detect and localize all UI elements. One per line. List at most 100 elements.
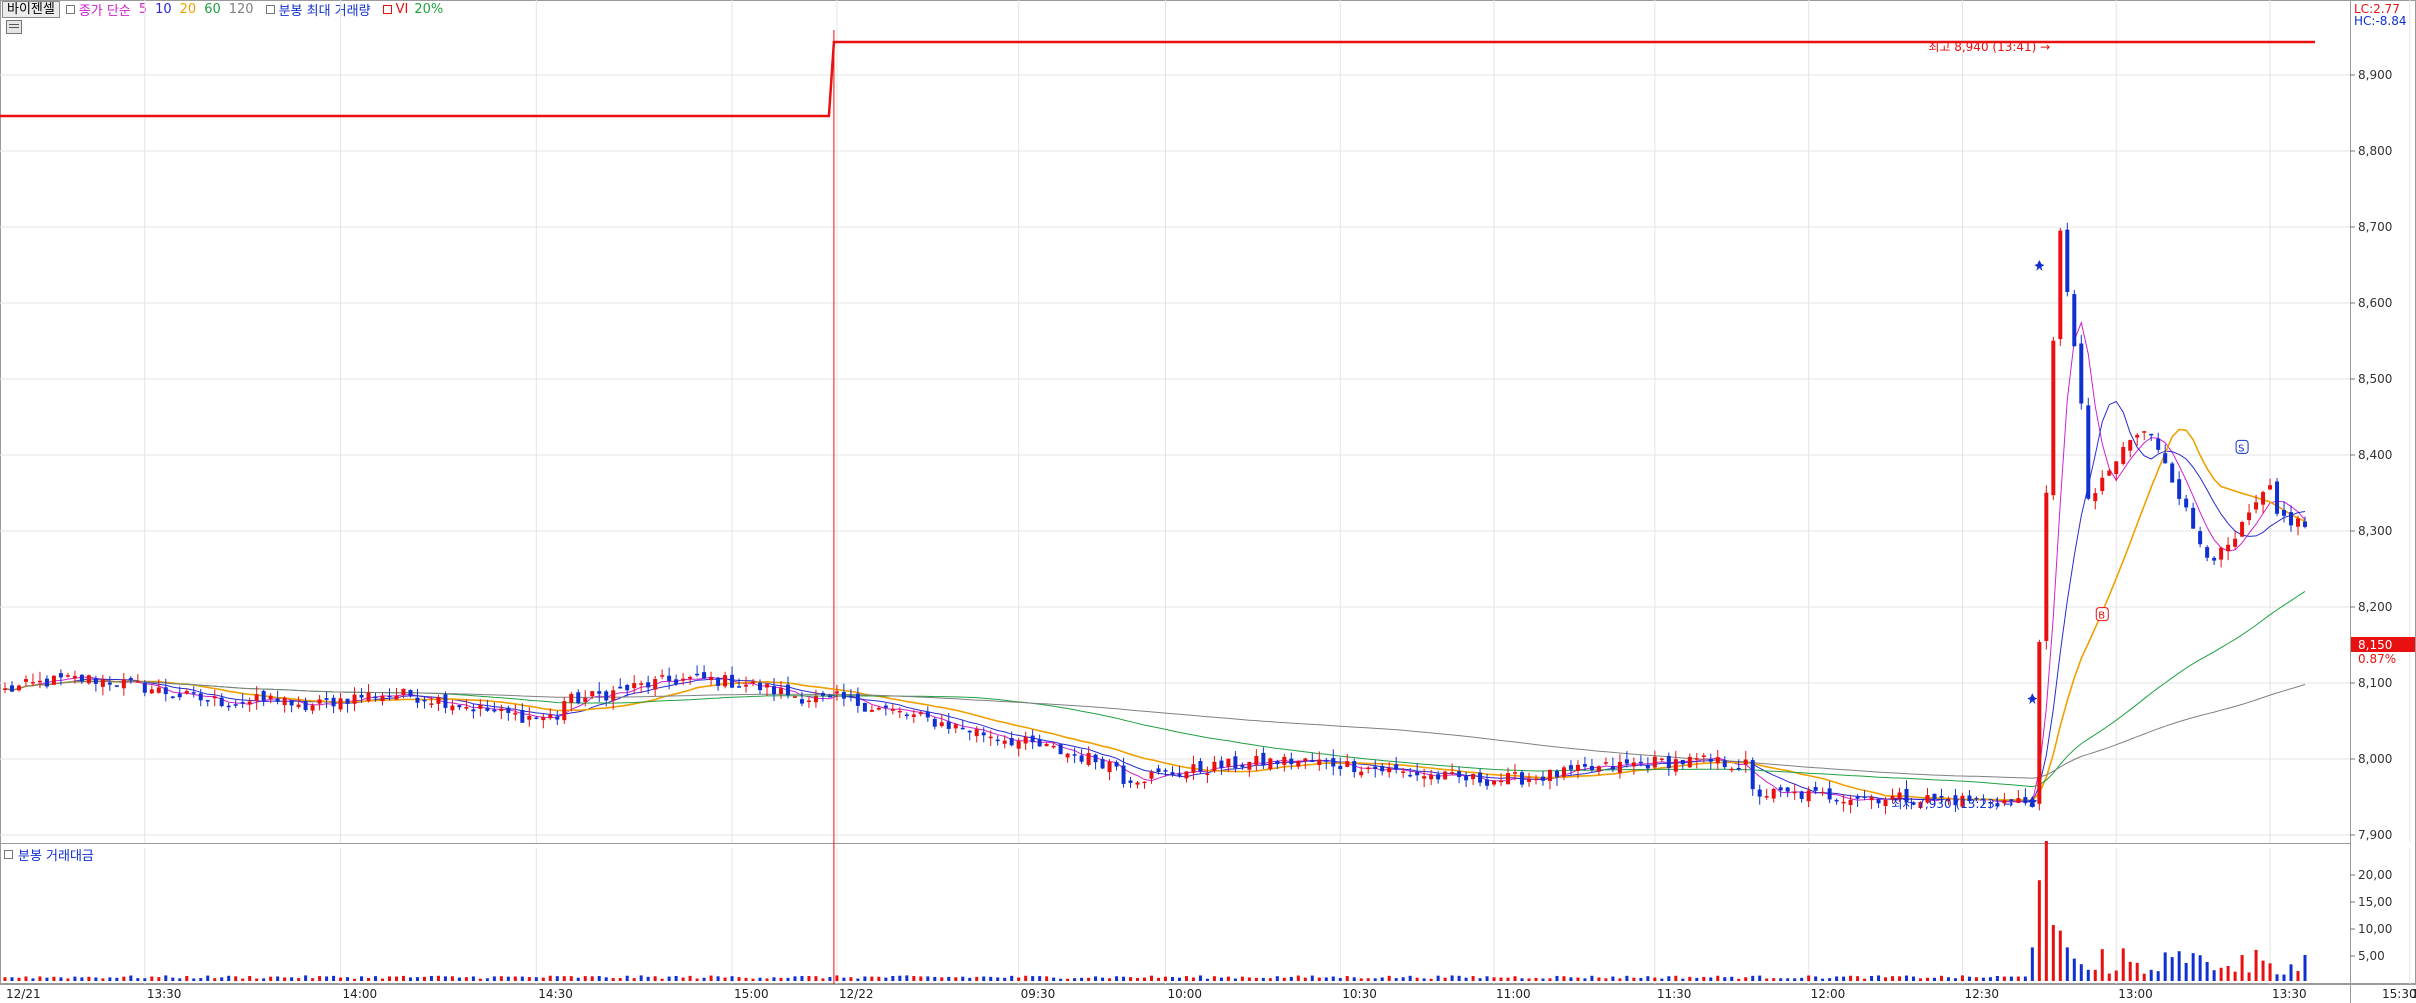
candle-body: [198, 693, 203, 701]
candle-body: [855, 693, 860, 706]
candle-body: [911, 714, 916, 717]
volume-panel-title[interactable]: 분봉 거래대금: [18, 845, 94, 864]
candle-body: [1331, 758, 1336, 767]
volume-bar: [387, 976, 391, 981]
candle-body: [562, 701, 567, 721]
candle-body: [93, 678, 98, 684]
volume-bar: [2205, 961, 2209, 981]
volume-bar: [143, 978, 147, 981]
candle-body: [1729, 768, 1734, 771]
time-tick-label: 15:00: [734, 987, 769, 1001]
candle-body: [1184, 771, 1189, 779]
volume-bar: [1331, 976, 1335, 981]
candle-body: [1254, 756, 1259, 765]
candle-body: [534, 717, 539, 720]
candle-body: [771, 686, 776, 695]
candle-body: [366, 692, 371, 702]
volume-bar: [1974, 977, 1978, 981]
volume-bar: [1988, 977, 1992, 981]
candle-body: [820, 693, 825, 696]
volume-bar: [2142, 973, 2146, 981]
volume-bar: [241, 978, 245, 981]
volume-bar: [1939, 975, 1943, 981]
candle-body: [331, 697, 336, 707]
candle-body: [785, 684, 790, 696]
volume-bar: [632, 978, 636, 981]
candle-body: [1568, 765, 1573, 770]
price-tick-label: 8,900: [2358, 68, 2392, 82]
volume-bar: [1555, 975, 1559, 981]
candle-body: [1617, 761, 1622, 773]
candle-body: [1037, 739, 1042, 747]
candle-body: [2240, 522, 2245, 537]
candle-body: [1100, 759, 1105, 769]
candle-body: [1156, 768, 1161, 773]
volume-bar: [1800, 977, 1804, 981]
volume-bar: [1534, 977, 1538, 981]
volume-bar: [702, 977, 706, 981]
candle-body: [925, 711, 930, 718]
volume-bar: [290, 977, 294, 981]
candle-body: [51, 675, 56, 685]
volume-bar: [394, 976, 398, 981]
candle-body: [883, 705, 888, 708]
volume-bar: [401, 975, 405, 981]
candle-body: [890, 709, 895, 711]
candle-body: [1862, 796, 1867, 798]
candle-body: [813, 696, 818, 703]
candle-body: [1520, 772, 1525, 785]
volume-bar: [912, 976, 916, 981]
current-price-label: 8,150: [2358, 638, 2392, 652]
volume-bar: [2212, 970, 2216, 981]
candle-body: [730, 674, 735, 688]
volume-bar: [583, 976, 587, 981]
candle-body: [597, 691, 602, 694]
time-tick-label: 12/21: [6, 987, 41, 1001]
volume-bar: [499, 976, 503, 981]
volume-bar: [2023, 976, 2027, 981]
candle-body: [1303, 758, 1308, 761]
volume-bar: [2156, 971, 2160, 981]
candle-body: [184, 691, 189, 694]
candle-body: [702, 672, 707, 679]
candle-body: [1813, 786, 1818, 791]
candle-body: [464, 706, 469, 709]
candle-body: [834, 691, 839, 694]
volume-bar: [2275, 974, 2279, 981]
volume-bar: [227, 975, 231, 981]
candle-body: [1359, 771, 1364, 776]
candle-body: [450, 705, 455, 711]
candle-body: [1827, 788, 1832, 800]
volume-bar: [122, 976, 126, 981]
volume-bar: [1674, 975, 1678, 981]
volume-bar: [1380, 977, 1384, 981]
volume-bar: [108, 977, 112, 981]
volume-bar: [1408, 975, 1412, 981]
volume-bar: [1136, 977, 1140, 981]
volume-bar: [164, 975, 168, 981]
volume-bar: [1548, 978, 1552, 981]
candle-body: [1107, 761, 1112, 773]
time-tick-label: 12/22: [839, 987, 874, 1001]
candle-body: [876, 707, 881, 710]
volume-bar: [1779, 978, 1783, 981]
candle-body: [751, 681, 756, 684]
volume-bar: [80, 977, 84, 981]
price-tick-label: 8,200: [2358, 600, 2392, 614]
volume-bar: [2037, 880, 2041, 981]
volume-bar: [1226, 976, 1230, 981]
candle-body: [1513, 772, 1518, 774]
candle-body: [1883, 799, 1888, 807]
volume-bar: [220, 977, 224, 981]
candle-body: [1429, 774, 1434, 780]
volume-bar: [478, 978, 482, 981]
candle-body: [1275, 760, 1280, 765]
volume-bar: [891, 975, 895, 981]
candle-body: [429, 703, 434, 705]
candle-body: [1785, 787, 1790, 792]
volume-bar: [1709, 977, 1713, 981]
candle-body: [1638, 761, 1643, 764]
price-chart[interactable]: 8,900 8,800 8,700 8,600 8,500 8,400 8,300 8,200…: [0, 0, 2416, 1003]
volume-bar: [1863, 978, 1867, 981]
candle-body: [289, 700, 294, 706]
